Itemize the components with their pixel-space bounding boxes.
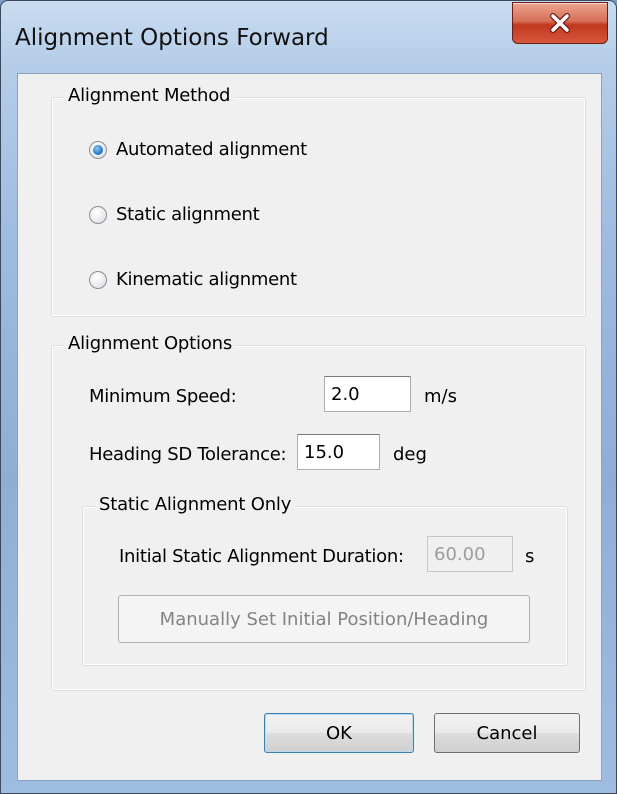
radio-static-alignment[interactable]: Static alignment: [89, 204, 260, 225]
window-title: Alignment Options Forward: [15, 25, 329, 51]
initial-static-duration-label: Initial Static Alignment Duration:: [119, 546, 404, 567]
radio-label-kinematic: Kinematic alignment: [116, 269, 297, 290]
alignment-method-group: Alignment Method Automated alignment Sta…: [51, 85, 586, 317]
title-bar[interactable]: Alignment Options Forward: [1, 1, 616, 73]
radio-button-unchecked[interactable]: [89, 270, 107, 289]
dialog-window: Alignment Options Forward Alignment Meth…: [0, 0, 617, 794]
close-button[interactable]: [512, 2, 608, 44]
dialog-client-area: Alignment Method Automated alignment Sta…: [17, 73, 602, 781]
initial-static-duration-input[interactable]: [427, 536, 513, 572]
close-x-icon: [550, 13, 570, 33]
radio-automated-alignment[interactable]: Automated alignment: [89, 139, 307, 160]
alignment-method-legend: Alignment Method: [64, 85, 235, 106]
cancel-button[interactable]: Cancel: [434, 713, 580, 753]
radio-button-unchecked[interactable]: [89, 205, 107, 224]
heading-sd-tolerance-input[interactable]: [297, 434, 380, 470]
ok-button[interactable]: OK: [264, 713, 414, 753]
radio-button-checked[interactable]: [89, 140, 107, 159]
minimum-speed-unit: m/s: [424, 386, 457, 407]
alignment-options-group: Alignment Options Minimum Speed: m/s Hea…: [51, 333, 586, 691]
alignment-options-legend: Alignment Options: [64, 333, 236, 354]
heading-sd-tolerance-unit: deg: [393, 444, 427, 465]
manually-set-position-button[interactable]: Manually Set Initial Position/Heading: [118, 595, 530, 643]
radio-label-static: Static alignment: [116, 204, 260, 225]
radio-label-automated: Automated alignment: [116, 139, 307, 160]
static-alignment-only-legend: Static Alignment Only: [95, 494, 296, 515]
minimum-speed-input[interactable]: [324, 376, 411, 412]
static-alignment-only-group: Static Alignment Only Initial Static Ali…: [82, 494, 568, 666]
radio-kinematic-alignment[interactable]: Kinematic alignment: [89, 269, 297, 290]
minimum-speed-label: Minimum Speed:: [89, 386, 237, 407]
heading-sd-tolerance-label: Heading SD Tolerance:: [89, 444, 287, 465]
initial-static-duration-unit: s: [525, 546, 535, 567]
